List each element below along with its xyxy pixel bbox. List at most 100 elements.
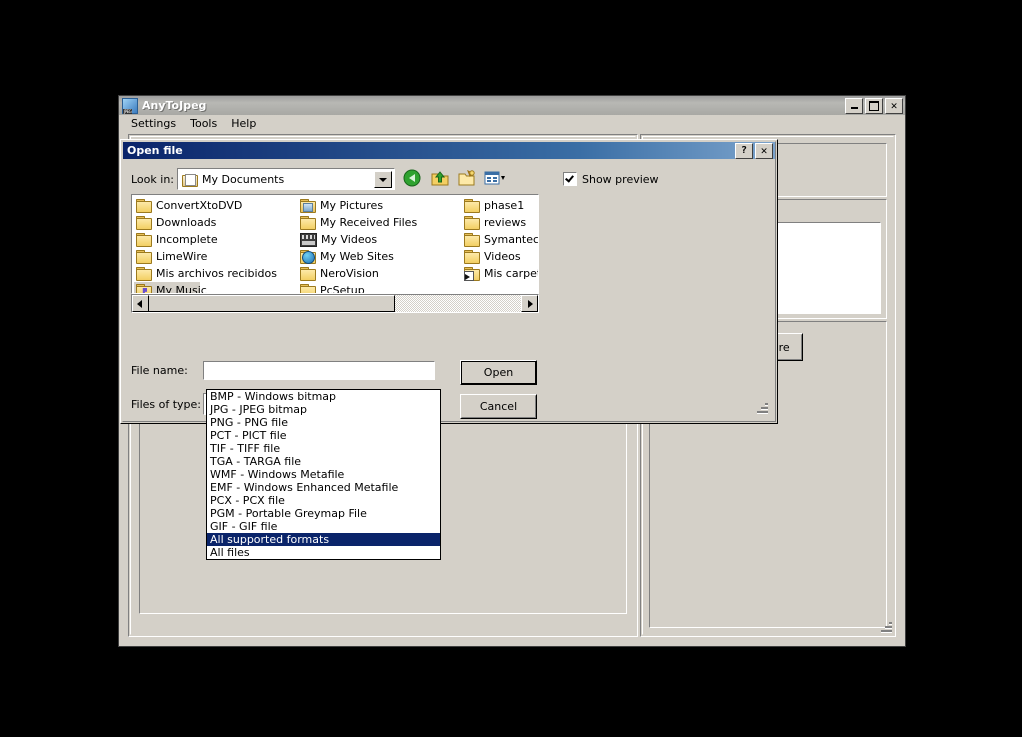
dropdown-option[interactable]: WMF - Windows Metafile	[207, 468, 440, 481]
minimize-button[interactable]	[845, 97, 863, 114]
list-item-label: Mis carpetas	[484, 267, 538, 280]
lookin-value: My Documents	[202, 172, 285, 186]
up-one-level-icon[interactable]	[430, 169, 453, 190]
folder-web-icon	[300, 250, 316, 264]
back-icon[interactable]	[403, 169, 426, 190]
list-item-label: Symantec	[484, 233, 539, 246]
chevron-down-icon[interactable]	[374, 171, 392, 188]
dialog-resize-grip[interactable]	[755, 401, 768, 414]
folder-icon	[136, 199, 152, 213]
filetype-dropdown-list[interactable]: BMP - Windows bitmap JPG - JPEG bitmap P…	[206, 389, 441, 560]
filename-row: File name:	[131, 361, 435, 380]
scrollbar-thumb[interactable]	[148, 295, 395, 312]
folder-icon	[300, 267, 316, 281]
dropdown-option[interactable]: GIF - GIF file	[207, 520, 440, 533]
menu-settings[interactable]: Settings	[124, 115, 183, 132]
list-item[interactable]: My Videos	[298, 231, 462, 248]
list-item[interactable]: LimeWire	[134, 248, 298, 265]
folder-icon	[300, 216, 316, 230]
menu-tools[interactable]: Tools	[183, 115, 224, 132]
folder-icon	[300, 284, 316, 293]
folder-icon	[136, 267, 152, 281]
filename-label: File name:	[131, 364, 188, 377]
views-icon[interactable]	[484, 169, 507, 190]
open-file-dialog: Open file ? ✕ Look in: My Documents Show…	[120, 139, 778, 424]
menu-help[interactable]: Help	[224, 115, 263, 132]
dropdown-option[interactable]: PCT - PICT file	[207, 429, 440, 442]
folder-icon	[136, 233, 152, 247]
open-label: Open	[461, 361, 536, 384]
lookin-label: Look in:	[131, 172, 174, 186]
new-folder-icon[interactable]	[457, 169, 480, 190]
list-item[interactable]: Videos	[462, 248, 538, 265]
folder-icon	[464, 233, 480, 247]
list-item[interactable]: Symantec	[462, 231, 539, 248]
dropdown-option[interactable]: PCX - PCX file	[207, 494, 440, 507]
preview-pane	[545, 189, 771, 417]
help-icon: ?	[740, 144, 748, 156]
show-preview-label: Show preview	[582, 172, 659, 186]
list-item[interactable]: ConvertXtoDVD	[134, 197, 298, 214]
list-item[interactable]: My Received Files	[298, 214, 462, 231]
list-item[interactable]: Mis carpetas	[462, 265, 538, 282]
list-item[interactable]: reviews	[462, 214, 538, 231]
checkbox-glyph	[563, 172, 577, 186]
list-item[interactable]: Mis archivos recibidos	[134, 265, 298, 282]
dialog-close-button[interactable]: ✕	[755, 142, 773, 159]
maximize-button[interactable]	[865, 97, 883, 114]
folder-icon	[136, 250, 152, 264]
app-title: AnyToJpeg	[142, 99, 207, 112]
filetype-label: Files of type:	[131, 397, 202, 411]
dropdown-option[interactable]: PNG - PNG file	[207, 416, 440, 429]
open-button[interactable]: Open	[460, 360, 537, 385]
dialog-titlebar[interactable]: Open file ? ✕	[123, 142, 775, 159]
list-item-label: Incomplete	[156, 233, 218, 246]
list-item[interactable]: My Web Sites	[298, 248, 462, 265]
menubar: Settings Tools Help	[119, 115, 905, 132]
list-item-label: phase1	[484, 199, 525, 212]
file-list-hscrollbar[interactable]	[131, 294, 539, 313]
dropdown-option-selected[interactable]: All supported formats	[207, 533, 440, 546]
list-item[interactable]: My Pictures	[298, 197, 462, 214]
resize-grip[interactable]	[879, 620, 892, 633]
list-item-label: Downloads	[156, 216, 217, 229]
lookin-combo[interactable]: My Documents	[177, 168, 395, 190]
dropdown-option[interactable]: TGA - TARGA file	[207, 455, 440, 468]
help-button[interactable]: ?	[735, 142, 753, 159]
scroll-right-button[interactable]	[521, 295, 538, 312]
app-titlebar[interactable]: AnyToJpeg ✕	[119, 96, 905, 115]
list-item[interactable]: Downloads	[134, 214, 298, 231]
list-item[interactable]: phase1	[462, 197, 538, 214]
folder-shortcut-icon	[464, 267, 480, 281]
file-browser-list[interactable]: ConvertXtoDVD Downloads Incomplete LimeW…	[131, 194, 539, 294]
folder-icon	[464, 250, 480, 264]
window-controls: ✕	[845, 97, 903, 114]
dropdown-option[interactable]: BMP - Windows bitmap	[207, 390, 440, 403]
list-item-label: NeroVision	[320, 267, 379, 280]
dialog-title: Open file	[127, 144, 183, 157]
dropdown-option[interactable]: TIF - TIFF file	[207, 442, 440, 455]
dropdown-option[interactable]: All files	[207, 546, 440, 559]
list-item[interactable]: My Music	[134, 282, 207, 293]
list-item-label: Videos	[484, 250, 521, 263]
dropdown-option[interactable]: EMF - Windows Enhanced Metafile	[207, 481, 440, 494]
cancel-label: Cancel	[461, 395, 536, 418]
close-button[interactable]: ✕	[885, 97, 903, 114]
screen: AnyToJpeg ✕ Settings Tools Help Enabl	[0, 0, 1022, 737]
dropdown-option[interactable]: JPG - JPEG bitmap	[207, 403, 440, 416]
lookin-row: Look in: My Documents Show preview	[131, 168, 775, 190]
list-item[interactable]: Incomplete	[134, 231, 298, 248]
list-item-label: Mis archivos recibidos	[156, 267, 277, 280]
show-preview-checkbox[interactable]: Show preview	[563, 172, 659, 186]
scroll-left-button[interactable]	[132, 295, 149, 312]
list-item[interactable]: NeroVision	[298, 265, 462, 282]
dropdown-option[interactable]: PGM - Portable Greymap File	[207, 507, 440, 520]
list-item[interactable]: PcSetup	[298, 282, 462, 293]
file-column-1: ConvertXtoDVD Downloads Incomplete LimeW…	[134, 197, 298, 293]
list-item-label: ConvertXtoDVD	[156, 199, 243, 212]
my-documents-icon	[182, 173, 198, 187]
list-item-label: My Web Sites	[320, 250, 394, 263]
list-item-label: My Pictures	[320, 199, 384, 212]
cancel-button[interactable]: Cancel	[460, 394, 537, 419]
filename-input[interactable]	[203, 361, 435, 380]
